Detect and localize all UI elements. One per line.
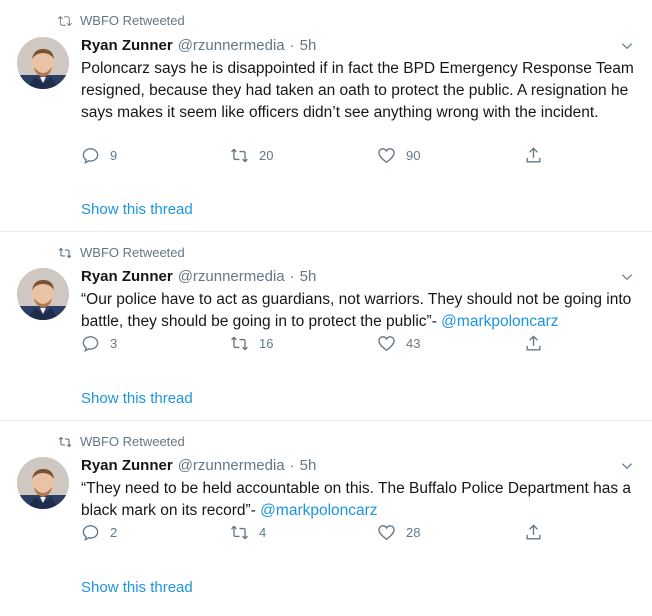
author-handle[interactable]: @rzunnermedia — [178, 267, 285, 287]
reply-icon — [82, 335, 99, 352]
tweet[interactable]: WBFO Retweeted Ryan Zunner @rzunnermedia… — [0, 421, 652, 610]
share-icon — [526, 334, 541, 351]
author-handle[interactable]: @rzunnermedia — [178, 36, 285, 56]
like-count: 90 — [406, 147, 421, 163]
mention-link[interactable]: @markpoloncarz — [260, 502, 377, 519]
share-button[interactable] — [524, 523, 543, 542]
tweet-text: Poloncarz says he is disappointed if in … — [81, 58, 634, 124]
tweet-header: Ryan Zunner @rzunnermedia · 5h — [81, 456, 634, 476]
chevron-down-icon[interactable] — [620, 39, 634, 53]
separator: · — [289, 37, 295, 54]
avatar[interactable] — [17, 457, 69, 509]
timeline: WBFO Retweeted Ryan Zunner @rzunnermedia… — [0, 0, 652, 610]
retweeted-by-label: WBFO Retweeted — [80, 434, 185, 449]
share-icon — [526, 146, 541, 163]
like-icon — [378, 335, 395, 351]
tweet-header: Ryan Zunner @rzunnermedia · 5h — [81, 36, 634, 56]
show-thread-link[interactable]: Show this thread — [81, 390, 193, 407]
timestamp[interactable]: 5h — [300, 36, 317, 56]
tweet-content: Ryan Zunner @rzunnermedia · 5h Poloncarz… — [81, 36, 634, 124]
retweet-context: WBFO Retweeted — [58, 245, 185, 260]
retweet-context: WBFO Retweeted — [58, 434, 185, 449]
separator: · — [289, 268, 295, 285]
reply-button[interactable]: 2 — [81, 523, 117, 542]
share-button[interactable] — [524, 334, 543, 353]
avatar[interactable] — [17, 37, 69, 89]
author-handle[interactable]: @rzunnermedia — [178, 456, 285, 476]
reply-button[interactable]: 3 — [81, 334, 117, 353]
retweeted-by-label: WBFO Retweeted — [80, 13, 185, 28]
timestamp[interactable]: 5h — [300, 267, 317, 287]
retweet-icon — [231, 525, 248, 539]
like-icon — [378, 524, 395, 540]
author-name[interactable]: Ryan Zunner — [81, 36, 173, 56]
tweet-text: “They need to be held accountable on thi… — [81, 478, 634, 522]
share-button[interactable] — [524, 146, 543, 165]
retweet-icon — [231, 336, 248, 350]
separator: · — [289, 457, 295, 474]
reply-icon — [82, 147, 99, 164]
mention-link[interactable]: @markpoloncarz — [441, 313, 558, 330]
retweet-context: WBFO Retweeted — [58, 13, 185, 28]
like-count: 28 — [406, 524, 421, 540]
timestamp[interactable]: 5h — [300, 456, 317, 476]
like-count: 43 — [406, 335, 421, 351]
retweet-count: 4 — [259, 524, 267, 540]
share-icon — [526, 523, 541, 540]
retweet-icon — [58, 15, 72, 26]
like-button[interactable]: 28 — [377, 523, 420, 542]
retweet-button[interactable]: 20 — [230, 146, 273, 165]
retweet-icon — [231, 148, 248, 162]
tweet-text: “Our police have to act as guardians, no… — [81, 289, 634, 333]
reply-count: 3 — [110, 335, 118, 351]
reply-icon — [82, 524, 99, 541]
retweet-count: 16 — [259, 335, 274, 351]
retweet-button[interactable]: 16 — [230, 334, 273, 353]
tweet-body: Poloncarz says he is disappointed if in … — [81, 60, 634, 121]
tweet-header: Ryan Zunner @rzunnermedia · 5h — [81, 267, 634, 287]
retweet-count: 20 — [259, 147, 274, 163]
author-name[interactable]: Ryan Zunner — [81, 456, 173, 476]
reply-button[interactable]: 9 — [81, 146, 117, 165]
show-thread-link[interactable]: Show this thread — [81, 579, 193, 596]
like-button[interactable]: 90 — [377, 146, 420, 165]
like-button[interactable]: 43 — [377, 334, 420, 353]
tweet-content: Ryan Zunner @rzunnermedia · 5h “Our poli… — [81, 267, 634, 333]
tweet[interactable]: WBFO Retweeted Ryan Zunner @rzunnermedia… — [0, 0, 652, 232]
reply-count: 2 — [110, 524, 118, 540]
retweet-button[interactable]: 4 — [230, 523, 266, 542]
chevron-down-icon[interactable] — [620, 459, 634, 473]
like-icon — [378, 147, 395, 163]
retweeted-by-label: WBFO Retweeted — [80, 245, 185, 260]
avatar[interactable] — [17, 268, 69, 320]
tweet-content: Ryan Zunner @rzunnermedia · 5h “They nee… — [81, 456, 634, 522]
show-thread-link[interactable]: Show this thread — [81, 201, 193, 218]
chevron-down-icon[interactable] — [620, 270, 634, 284]
author-name[interactable]: Ryan Zunner — [81, 267, 173, 287]
retweet-icon — [58, 247, 72, 258]
tweet[interactable]: WBFO Retweeted Ryan Zunner @rzunnermedia… — [0, 232, 652, 421]
reply-count: 9 — [110, 147, 118, 163]
retweet-icon — [58, 436, 72, 447]
